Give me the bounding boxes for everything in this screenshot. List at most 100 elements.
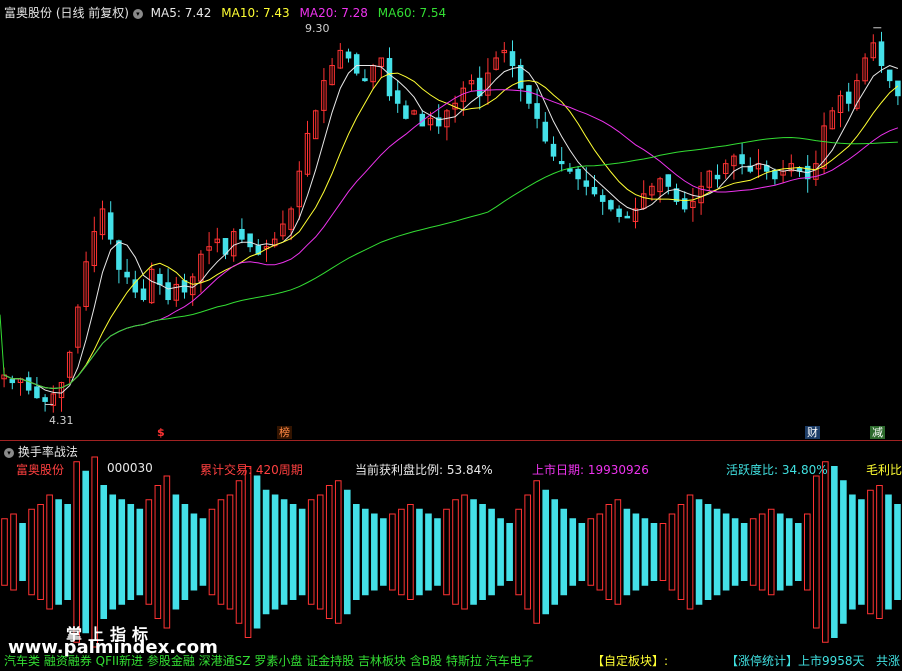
stock-chart-window: 富奥股份 (日线 前复权) ▾ MA5: 7.42 MA10: 7.43 MA2…: [0, 0, 902, 671]
turnover-bar: [371, 513, 378, 591]
turnover-bar: [785, 518, 793, 586]
candle-body: [616, 208, 622, 217]
turnover-bar: [298, 508, 306, 596]
turnover-bar: [380, 518, 387, 586]
turnover-bar: [569, 518, 577, 586]
candle-body: [575, 168, 581, 180]
turnover-bar: [515, 508, 522, 596]
turnover-bar: [244, 466, 252, 638]
turnover-bar: [560, 508, 568, 596]
turnover-bar: [452, 499, 459, 605]
low-price-label: 4.31: [49, 414, 74, 427]
candle-body: [845, 91, 852, 104]
turnover-bar: [813, 475, 820, 629]
candle-body: [353, 54, 360, 74]
turnover-bar: [533, 480, 540, 624]
turnover-bar: [524, 494, 531, 610]
turnover-bar: [407, 504, 414, 600]
ma10-line: [3, 72, 899, 390]
candle-body: [476, 77, 483, 97]
turnover-bar: [650, 523, 658, 581]
turnover-bar: [542, 489, 550, 615]
candle-body: [878, 41, 885, 67]
marker-dollar[interactable]: $: [155, 426, 167, 439]
ma60-line: [0, 136, 898, 390]
candle-body: [140, 288, 147, 301]
turnover-bar: [325, 485, 333, 619]
candle-body: [116, 240, 122, 270]
turnover-bar: [632, 513, 640, 591]
turnover-bar: [479, 504, 486, 600]
candle-body: [107, 212, 114, 240]
turnover-bar: [19, 523, 26, 581]
turnover-bar: [488, 508, 495, 596]
turnover-bar: [605, 504, 613, 600]
turnover-bar: [181, 504, 189, 600]
turnover-bar: [253, 475, 261, 629]
turnover-bar: [127, 504, 135, 600]
turnover-bar: [271, 494, 279, 610]
turnover-bar: [867, 489, 874, 615]
ma20-line: [3, 89, 899, 390]
turnover-bar: [434, 518, 441, 586]
marker-reduce[interactable]: 减: [870, 426, 885, 439]
candle-body: [25, 377, 32, 391]
candle-body: [542, 121, 549, 142]
turnover-bar: [172, 494, 180, 610]
total-limit-text: 共涨: [876, 654, 901, 668]
turnover-bar: [343, 489, 351, 615]
candle-body: [403, 105, 409, 119]
turnover-bar: [118, 499, 126, 605]
candle-body: [886, 69, 893, 82]
turnover-bar: [470, 499, 477, 605]
candle-body: [394, 90, 401, 104]
candlestick-chart[interactable]: [0, 0, 902, 440]
turnover-bar: [91, 456, 99, 648]
turnover-bar: [64, 504, 71, 600]
turnover-bar: [578, 523, 586, 581]
turnover-bar: [858, 499, 865, 605]
status-bar: 汽车类 融资融券 QFII新进 参股金融 深港通SZ 罗素小盘 证金持股 吉林板…: [0, 649, 902, 671]
candle-body: [591, 186, 598, 195]
turnover-bar-chart[interactable]: [0, 455, 902, 649]
marker-list[interactable]: 榜: [277, 426, 292, 439]
turnover-bar: [885, 494, 892, 610]
turnover-bar: [334, 480, 342, 624]
turnover-bar: [677, 504, 685, 600]
custom-sector-link[interactable]: 【自定板块】:: [592, 652, 668, 669]
ma5-line: [3, 64, 899, 394]
turnover-bar: [614, 499, 622, 605]
turnover-bar: [596, 513, 604, 591]
turnover-bar: [46, 494, 53, 610]
turnover-bar: [686, 494, 694, 610]
turnover-bar: [849, 494, 856, 610]
turnover-bar: [362, 508, 369, 596]
candle-body: [526, 85, 532, 104]
turnover-bar: [289, 504, 297, 600]
turnover-bar: [641, 518, 649, 586]
turnover-bar: [262, 489, 270, 615]
candle-body: [509, 51, 516, 67]
marker-finance[interactable]: 财: [805, 426, 820, 439]
turnover-bar: [731, 518, 739, 586]
turnover-bar: [587, 518, 595, 586]
candle-body: [42, 397, 48, 402]
limit-up-stats-link[interactable]: 【涨停统计】上市9958天: [726, 652, 865, 669]
turnover-bar: [749, 518, 757, 586]
concept-tags[interactable]: 汽车类 融资融券 QFII新进 参股金融 深港通SZ 罗素小盘 证金持股 吉林板…: [4, 652, 534, 669]
candle-body: [599, 195, 606, 202]
turnover-bar: [28, 508, 35, 596]
turnover-bar: [659, 523, 667, 581]
turnover-bar: [551, 499, 559, 605]
turnover-bar: [217, 499, 225, 605]
turnover-bar: [10, 513, 17, 591]
candle-body: [772, 169, 778, 180]
candle-body: [583, 180, 590, 187]
panel-separator: [0, 440, 902, 441]
candle-body: [165, 282, 171, 301]
turnover-bar: [822, 461, 829, 643]
candle-body: [362, 78, 368, 82]
turnover-bar: [876, 485, 883, 619]
candle-body: [895, 80, 901, 97]
turnover-bar: [109, 494, 117, 610]
